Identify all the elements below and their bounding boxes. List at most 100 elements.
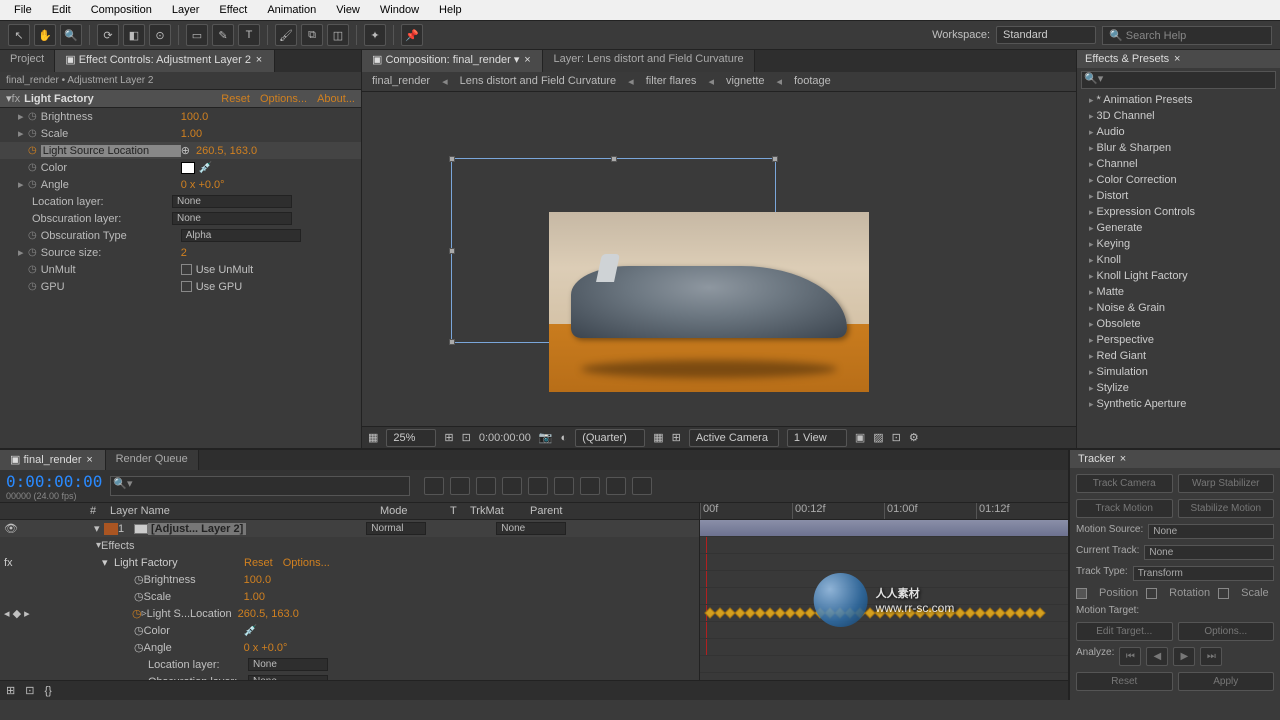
graph-editor-icon[interactable] [580,477,600,495]
search-help-input[interactable]: 🔍 Search Help [1102,26,1272,45]
color-swatch[interactable] [181,162,195,174]
tl-loc-select[interactable]: None [248,658,328,671]
track-type-select[interactable]: Transform [1133,566,1274,581]
timecode-display[interactable]: 0:00:00:00 [6,472,102,491]
tl-brightness-value[interactable]: 100.0 [244,574,272,586]
rotate-tool-icon[interactable]: ⟳ [97,24,119,46]
channel-icon[interactable]: ◐ [561,432,568,444]
close-icon[interactable]: × [254,54,264,66]
puppet-tool-icon[interactable]: 📌 [401,24,423,46]
rect-tool-icon[interactable]: ▭ [186,24,208,46]
preset-category[interactable]: Expression Controls [1077,204,1280,220]
col-trkmat[interactable]: TrkMat [470,505,530,517]
mode-select[interactable]: Normal [366,522,426,535]
preset-category[interactable]: Obsolete [1077,316,1280,332]
track-camera-button[interactable]: Track Camera [1076,474,1173,493]
eyedropper-icon[interactable]: 💉 [199,161,213,174]
grid-icon[interactable]: ▦ [368,431,378,444]
preset-category[interactable]: Knoll [1077,252,1280,268]
tl-angle-value[interactable]: 0 x +0.0° [244,642,288,654]
track-motion-button[interactable]: Track Motion [1076,499,1173,518]
tab-render-queue[interactable]: Render Queue [106,450,199,470]
gpu-checkbox[interactable] [181,281,192,292]
tracker-options-button[interactable]: Options... [1178,622,1275,641]
timeline-search[interactable]: 🔍▾ [110,476,410,496]
resolution-icon[interactable]: ⊞ [444,431,453,444]
location-layer-select[interactable]: None [172,195,292,208]
comp-mini-icon[interactable] [424,477,444,495]
workspace-dropdown[interactable]: Standard [996,26,1096,44]
stopwatch-icon[interactable]: ◷ [134,641,144,654]
effect-header[interactable]: ▾ fx Light Factory Reset Options... Abou… [0,89,361,108]
type-tool-icon[interactable]: T [238,24,260,46]
preset-category[interactable]: Red Giant [1077,348,1280,364]
region-icon[interactable]: ⊡ [462,431,471,444]
preset-category[interactable]: Perspective [1077,332,1280,348]
tab-composition[interactable]: ▣ Composition: final_render ▾ × [362,50,543,72]
col-layer-name[interactable]: Layer Name [110,505,250,517]
menu-composition[interactable]: Composition [81,2,162,18]
stopwatch-icon[interactable]: ◷ [28,128,37,139]
tracker-apply-button[interactable]: Apply [1178,672,1275,691]
toggle-switches-icon[interactable]: ⊡ [25,684,34,697]
toggle-icon[interactable]: ⊞ [672,431,681,444]
menu-file[interactable]: File [4,2,42,18]
effects-row[interactable]: ▾ Effects [0,537,699,554]
tab-effect-controls[interactable]: ▣ Effect Controls: Adjustment Layer 2 × [55,50,275,72]
crosshair-icon[interactable]: ⊕ [181,144,190,157]
preset-category[interactable]: Simulation [1077,364,1280,380]
preset-category[interactable]: Audio [1077,124,1280,140]
parent-select[interactable]: None [496,522,566,535]
timeline-rows[interactable]: 👁 ▾ 1 [Adjust... Layer 2] Normal None ▾ … [0,520,700,680]
lsl-value[interactable]: 260.5, 163.0 [196,145,257,157]
viewer-option-icon[interactable]: ▨ [873,431,883,444]
menu-help[interactable]: Help [429,2,472,18]
camera-dropdown[interactable]: Active Camera [689,429,779,447]
quality-dropdown[interactable]: (Quarter) [575,429,645,447]
position-checkbox[interactable] [1076,588,1087,599]
toggle-brackets-icon[interactable]: {} [44,685,51,697]
tl-prop-row[interactable]: ◷ Scale1.00 [0,588,699,605]
effect-row[interactable]: fx▾Light FactoryResetOptions... [0,554,699,571]
layer-name[interactable]: [Adjust... Layer 2] [148,523,246,535]
layer-color-swatch[interactable] [104,523,118,535]
preset-category[interactable]: 3D Channel [1077,108,1280,124]
stopwatch-icon[interactable]: ◷ [28,247,37,258]
preset-category[interactable]: Noise & Grain [1077,300,1280,316]
composition-breadcrumb[interactable]: final_render◂ Lens distort and Field Cur… [362,72,1076,92]
tl-prop-row[interactable]: ◷ Color 💉 [0,622,699,639]
preset-category[interactable]: Blur & Sharpen [1077,140,1280,156]
tl-reset-link[interactable]: Reset [244,557,273,569]
analyze-fwd-fast-icon[interactable]: ⏭ [1200,647,1222,666]
analyze-back-icon[interactable]: ◀ [1146,647,1168,666]
toggle-switches-icon[interactable]: ⊞ [6,684,15,697]
close-icon[interactable]: × [85,454,95,466]
close-icon[interactable]: × [522,54,532,66]
stopwatch-icon[interactable]: ◷ [28,179,37,190]
col-number[interactable]: # [90,505,110,517]
toggle-icon[interactable]: ▦ [653,431,663,444]
preset-category[interactable]: Synthetic Aperture [1077,396,1280,412]
motion-blur-icon[interactable] [528,477,548,495]
snapshot-icon[interactable]: 📷 [539,431,553,444]
preset-category[interactable]: Color Correction [1077,172,1280,188]
menu-layer[interactable]: Layer [162,2,210,18]
brain-icon[interactable] [554,477,574,495]
motion-source-select[interactable]: None [1148,524,1274,539]
brush-tool-icon[interactable]: 🖌 [275,24,297,46]
viewer-option-icon[interactable]: ⚙ [909,431,919,444]
tab-timeline-comp[interactable]: ▣ final_render × [0,450,106,470]
stabilize-motion-button[interactable]: Stabilize Motion [1178,499,1275,518]
effects-search-input[interactable]: 🔍▾ [1081,71,1276,89]
close-icon[interactable]: × [1172,53,1182,65]
tl-lsl-value[interactable]: 260.5, 163.0 [238,608,299,620]
tl-prop-row[interactable]: ◷ Brightness100.0 [0,571,699,588]
obscuration-layer-select[interactable]: None [172,212,292,225]
fx-badge-icon[interactable]: fx [12,93,21,105]
zoom-dropdown[interactable]: 25% [386,429,436,447]
source-size-value[interactable]: 2 [181,247,187,259]
preset-category[interactable]: Generate [1077,220,1280,236]
camera-tool-icon[interactable]: ◧ [123,24,145,46]
tl-prop-row[interactable]: ◷ Angle0 x +0.0° [0,639,699,656]
hand-tool-icon[interactable]: ✋ [34,24,56,46]
